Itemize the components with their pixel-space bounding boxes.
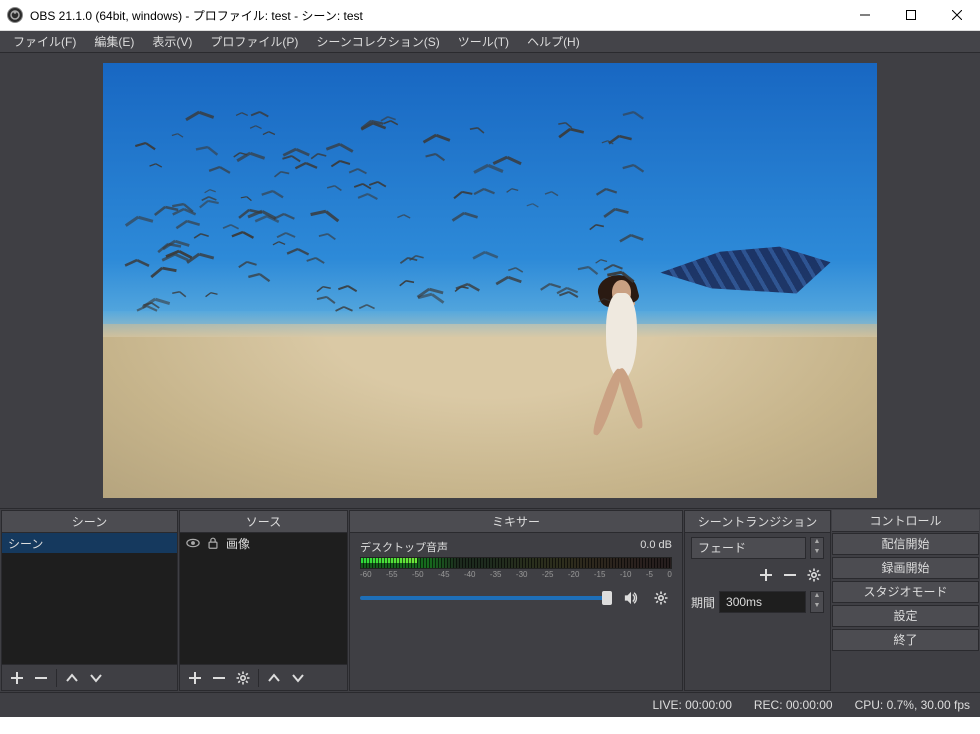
panels: シーン シーン ソース 画像 (0, 509, 980, 693)
menu-file[interactable]: ファイル(F) (4, 31, 85, 53)
obs-icon (7, 7, 23, 23)
scene-down-button[interactable] (85, 667, 107, 689)
statusbar: LIVE: 00:00:00 REC: 00:00:00 CPU: 0.7%, … (0, 693, 980, 717)
window-title: OBS 21.1.0 (64bit, windows) - プロファイル: te… (30, 7, 363, 24)
volume-slider[interactable] (360, 596, 612, 600)
controls-body: 配信開始 録画開始 スタジオモード 設定 終了 (832, 532, 979, 691)
sources-panel: ソース 画像 (179, 510, 348, 691)
source-label: 画像 (226, 535, 250, 552)
mixer-settings-button[interactable] (650, 587, 672, 609)
minimize-button[interactable] (842, 0, 888, 31)
mixer-panel: ミキサー デスクトップ音声 0.0 dB -60-55-50-45-40-35-… (349, 510, 683, 691)
preview-canvas[interactable] (103, 63, 877, 498)
menu-profile[interactable]: プロファイル(P) (201, 31, 307, 53)
mixer-body: デスクトップ音声 0.0 dB -60-55-50-45-40-35-30-25… (350, 533, 682, 690)
controls-header: コントロール (832, 510, 979, 532)
duration-spin[interactable]: ▲▼ (810, 591, 824, 613)
preview-area (0, 53, 980, 509)
remove-transition-button[interactable] (780, 565, 800, 585)
mixer-strip-db: 0.0 dB (640, 539, 672, 555)
transitions-header: シーントランジション (685, 511, 830, 533)
source-up-button[interactable] (263, 667, 285, 689)
meter-ticks: -60-55-50-45-40-35-30-25-20-15-10-50 (360, 570, 672, 579)
remove-source-button[interactable] (208, 667, 230, 689)
titlebar: OBS 21.1.0 (64bit, windows) - プロファイル: te… (0, 0, 980, 31)
menu-tools[interactable]: ツール(T) (449, 31, 518, 53)
status-live: LIVE: 00:00:00 (652, 698, 731, 712)
mixer-strip-name: デスクトップ音声 (360, 539, 448, 555)
source-item[interactable]: 画像 (180, 533, 347, 553)
start-recording-button[interactable]: 録画開始 (832, 557, 979, 579)
scenes-panel: シーン シーン (1, 510, 178, 691)
status-rec: REC: 00:00:00 (754, 698, 833, 712)
preview-content (103, 63, 877, 498)
duration-input[interactable]: 300ms (719, 591, 806, 613)
transition-props-button[interactable] (804, 565, 824, 585)
transition-spin[interactable]: ▲▼ (810, 537, 824, 559)
transitions-body: フェード ▲▼ 期間 300ms ▲▼ (685, 533, 830, 690)
scenes-list[interactable]: シーン (2, 533, 177, 664)
scene-item[interactable]: シーン (2, 533, 177, 553)
add-transition-button[interactable] (756, 565, 776, 585)
add-scene-button[interactable] (6, 667, 28, 689)
studio-mode-button[interactable]: スタジオモード (832, 581, 979, 603)
sources-list[interactable]: 画像 (180, 533, 347, 664)
status-cpu: CPU: 0.7%, 30.00 fps (855, 698, 970, 712)
add-source-button[interactable] (184, 667, 206, 689)
transitions-panel: シーントランジション フェード ▲▼ 期間 300ms ▲▼ (684, 510, 831, 691)
mixer-header: ミキサー (350, 511, 682, 533)
sources-toolbar (180, 664, 347, 690)
scenes-toolbar (2, 664, 177, 690)
audio-meter (360, 557, 672, 569)
exit-button[interactable]: 終了 (832, 629, 979, 651)
duration-label: 期間 (691, 594, 715, 611)
mixer-strip: デスクトップ音声 0.0 dB -60-55-50-45-40-35-30-25… (350, 533, 682, 615)
scene-up-button[interactable] (61, 667, 83, 689)
settings-button[interactable]: 設定 (832, 605, 979, 627)
close-button[interactable] (934, 0, 980, 31)
menu-edit[interactable]: 編集(E) (85, 31, 143, 53)
scenes-header: シーン (2, 511, 177, 533)
menubar: ファイル(F) 編集(E) 表示(V) プロファイル(P) シーンコレクション(… (0, 31, 980, 53)
source-down-button[interactable] (287, 667, 309, 689)
transition-select[interactable]: フェード (691, 537, 806, 559)
source-props-button[interactable] (232, 667, 254, 689)
lock-icon[interactable] (206, 536, 220, 550)
menu-scenecollection[interactable]: シーンコレクション(S) (307, 31, 448, 53)
visibility-icon[interactable] (186, 536, 200, 550)
sources-header: ソース (180, 511, 347, 533)
start-streaming-button[interactable]: 配信開始 (832, 533, 979, 555)
slider-thumb[interactable] (602, 591, 612, 605)
maximize-button[interactable] (888, 0, 934, 31)
controls-panel: コントロール 配信開始 録画開始 スタジオモード 設定 終了 (832, 510, 979, 691)
speaker-icon[interactable] (620, 587, 642, 609)
menu-view[interactable]: 表示(V) (143, 31, 201, 53)
scene-label: シーン (8, 535, 43, 552)
remove-scene-button[interactable] (30, 667, 52, 689)
menu-help[interactable]: ヘルプ(H) (518, 31, 589, 53)
